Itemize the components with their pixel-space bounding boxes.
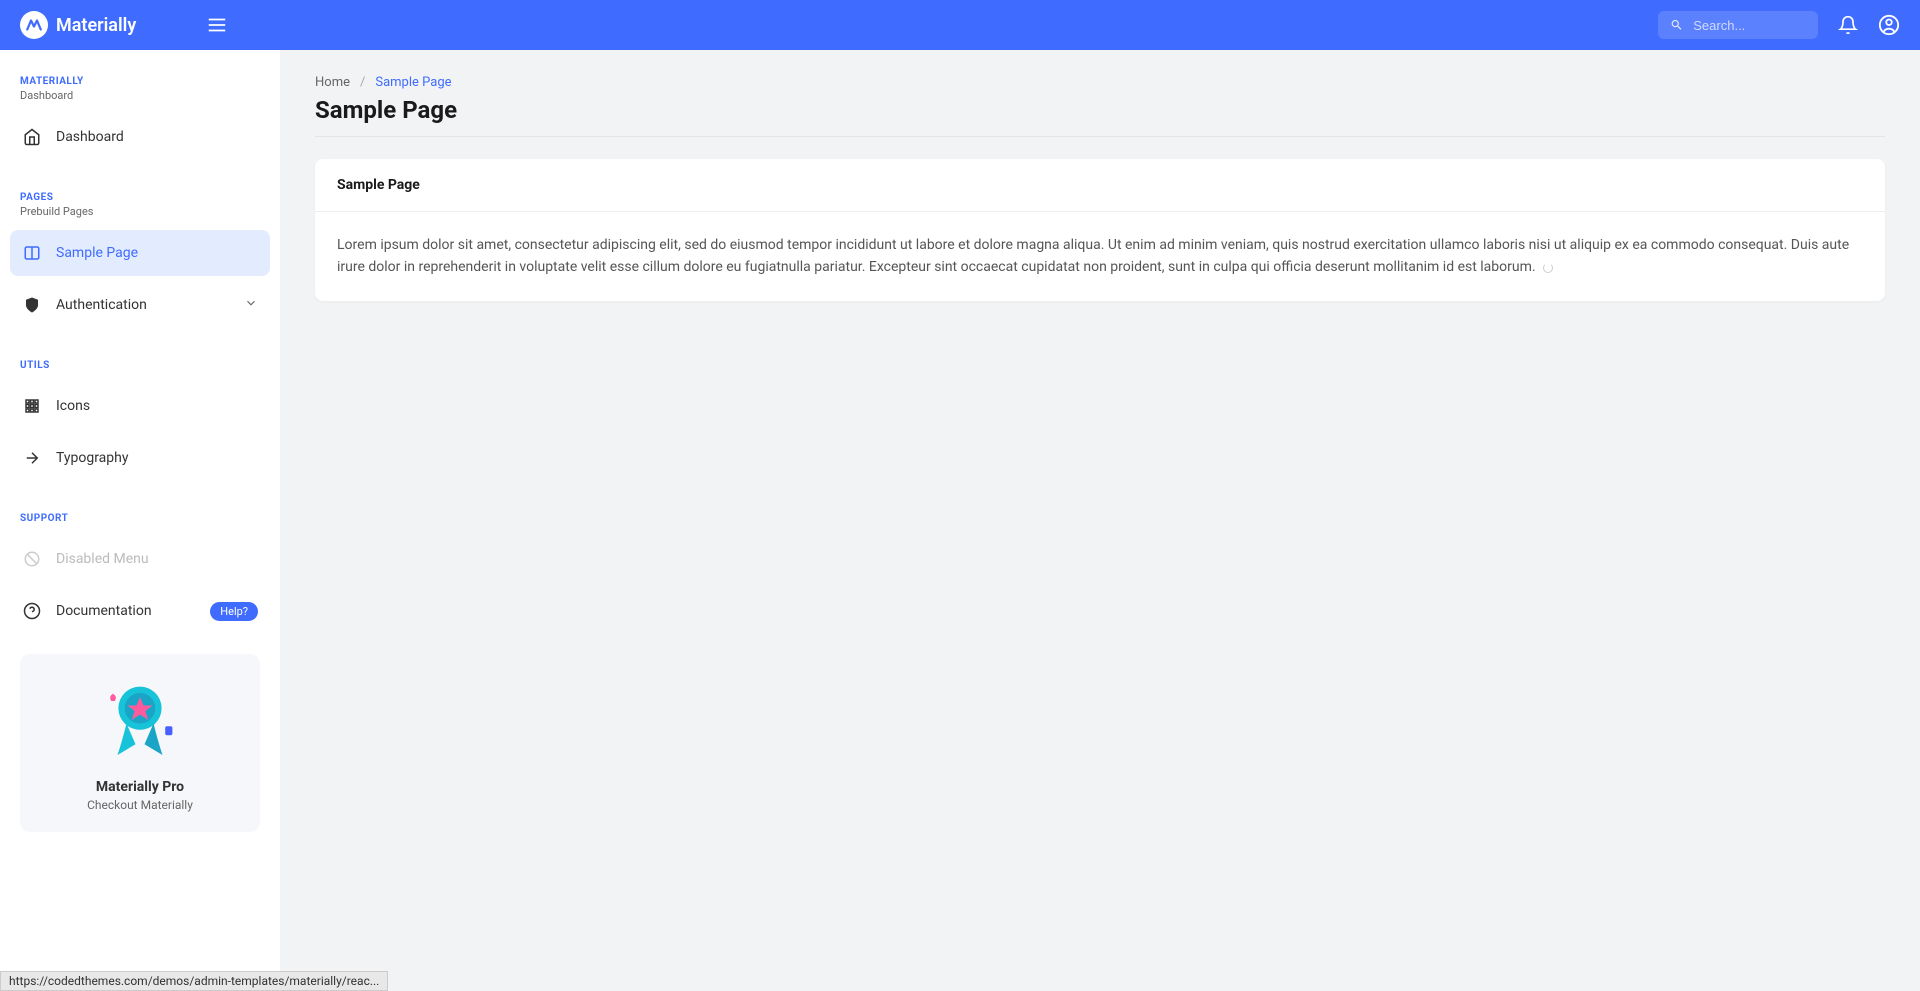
nav-label: Documentation [56,603,196,619]
breadcrumb-home[interactable]: Home [315,75,350,90]
sidebar-item-documentation[interactable]: Documentation Help? [10,588,270,634]
apps-icon [22,396,42,416]
search-box[interactable] [1658,11,1818,39]
app-header: Materially [0,0,1920,50]
logo-area[interactable]: Materially [20,11,136,39]
sidebar-item-icons[interactable]: Icons [10,383,270,429]
nav-label: Icons [56,398,258,414]
breadcrumb-current: Sample Page [375,75,451,90]
sidebar: MATERIALLY Dashboard Dashboard PAGES Pre… [0,50,280,991]
shield-icon [22,295,42,315]
card-header: Sample Page [315,159,1885,212]
nav-label: Dashboard [56,129,258,145]
promo-badge-icon [95,674,185,764]
sidebar-item-sample-page[interactable]: Sample Page [10,230,270,276]
block-icon [22,549,42,569]
page-title: Sample Page [315,96,1885,137]
promo-card[interactable]: Materially Pro Checkout Materially [20,654,260,832]
breadcrumb: Home / Sample Page [315,75,1885,90]
logo-icon [20,11,48,39]
nav-label: Typography [56,450,258,466]
nav-label: Authentication [56,297,230,313]
arrow-right-icon [22,448,42,468]
section-pages: PAGES Prebuild Pages [10,186,270,224]
promo-subtitle: Checkout Materially [35,798,245,812]
help-chip[interactable]: Help? [210,602,258,621]
main-content: Home / Sample Page Sample Page Sample Pa… [280,50,1920,326]
breadcrumb-separator: / [360,75,365,90]
browser-status-bar: https://codedthemes.com/demos/admin-temp… [0,971,388,991]
page-icon [22,243,42,263]
nav-label: Disabled Menu [56,551,258,567]
promo-title: Materially Pro [35,779,245,795]
sidebar-item-dashboard[interactable]: Dashboard [10,114,270,160]
content-card: Sample Page Lorem ipsum dolor sit amet, … [315,159,1885,301]
sidebar-item-disabled-menu: Disabled Menu [10,536,270,582]
menu-toggle-button[interactable] [206,14,228,36]
card-text: Lorem ipsum dolor sit amet, consectetur … [337,237,1849,275]
home-icon [22,127,42,147]
card-body: Lorem ipsum dolor sit amet, consectetur … [315,212,1885,301]
notifications-button[interactable] [1838,15,1858,35]
section-support: SUPPORT [10,507,270,530]
brand-name: Materially [56,15,136,36]
card-title: Sample Page [337,177,1863,193]
section-utils: UTILS [10,354,270,377]
loading-spinner-icon [1543,263,1553,273]
sidebar-item-authentication[interactable]: Authentication [10,282,270,328]
section-materially: MATERIALLY Dashboard [10,70,270,108]
chevron-down-icon [244,296,258,314]
nav-label: Sample Page [56,245,258,261]
account-button[interactable] [1878,14,1900,36]
search-icon [1670,17,1683,33]
search-input[interactable] [1693,18,1806,33]
sidebar-item-typography[interactable]: Typography [10,435,270,481]
help-icon [22,601,42,621]
